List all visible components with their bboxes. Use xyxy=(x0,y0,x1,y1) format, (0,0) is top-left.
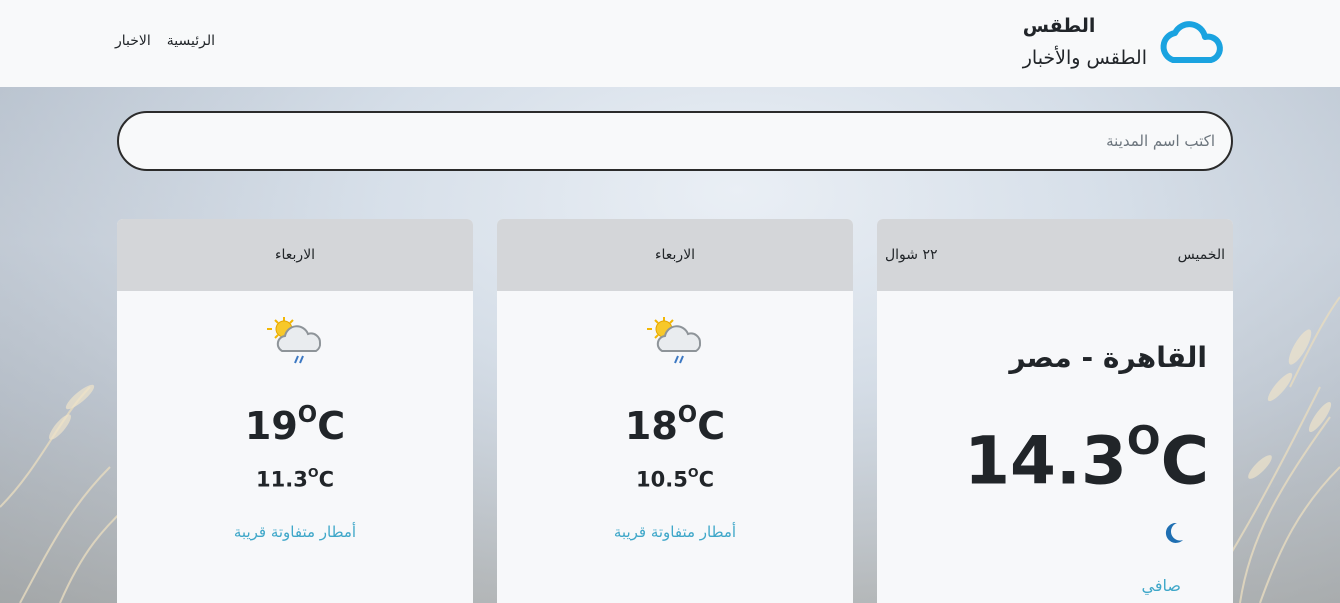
forecast-day: الاربعاء xyxy=(654,247,696,263)
forecast-card-header: الاربعاء xyxy=(117,219,473,291)
main-nav: الرئيسية الاخبار xyxy=(115,33,215,49)
forecast-min-temp: 10.5OC xyxy=(636,465,714,492)
forecast-card-header: الاربعاء xyxy=(497,219,853,291)
brand[interactable]: الطقس الطقس والأخبار xyxy=(1023,14,1225,72)
site-header: الطقس الطقس والأخبار الرئيسية الاخبار xyxy=(0,0,1340,87)
forecast-condition: أمطار متفاوتة قريبة xyxy=(613,522,737,541)
location-name: القاهرة - مصر xyxy=(1009,341,1207,374)
forecast-card: الاربعاء 19OC 11.3OC أمطار متفاوتة قريبة xyxy=(117,219,473,603)
today-card-header: الخميس ٢٢ شوال xyxy=(877,219,1233,291)
current-condition: صافي xyxy=(1141,576,1181,595)
today-card-body: القاهرة - مصر 14.3OC xyxy=(877,291,1233,603)
nav-news-link[interactable]: الاخبار xyxy=(115,33,151,49)
sun-cloud-rain-icon xyxy=(267,317,322,364)
forecast-min-temp: 11.3OC xyxy=(256,465,334,492)
cloud-logo-icon xyxy=(1160,21,1223,63)
sun-cloud-rain-icon xyxy=(647,317,702,364)
nav-home-link[interactable]: الرئيسية xyxy=(167,33,215,49)
current-temperature: 14.3OC xyxy=(964,418,1209,500)
today-date: ٢٢ شوال xyxy=(885,247,938,263)
forecast-max-temp: 19OC xyxy=(244,402,346,449)
city-search-input[interactable] xyxy=(117,111,1233,171)
brand-subtitle: الطقس والأخبار xyxy=(1022,47,1147,69)
brand-title: الطقس xyxy=(1022,15,1096,37)
forecast-condition: أمطار متفاوتة قريبة xyxy=(233,522,357,541)
today-day: الخميس xyxy=(1177,247,1225,263)
moon-icon xyxy=(1165,522,1183,543)
today-card: الخميس ٢٢ شوال القاهرة - مصر 14.3OC صافي xyxy=(877,219,1233,603)
forecast-max-temp: 18OC xyxy=(624,402,726,449)
forecast-day: الاربعاء xyxy=(274,247,316,263)
forecast-card: الاربعاء 18OC 10.5OC أمطار متفاوتة قريبة xyxy=(497,219,853,603)
